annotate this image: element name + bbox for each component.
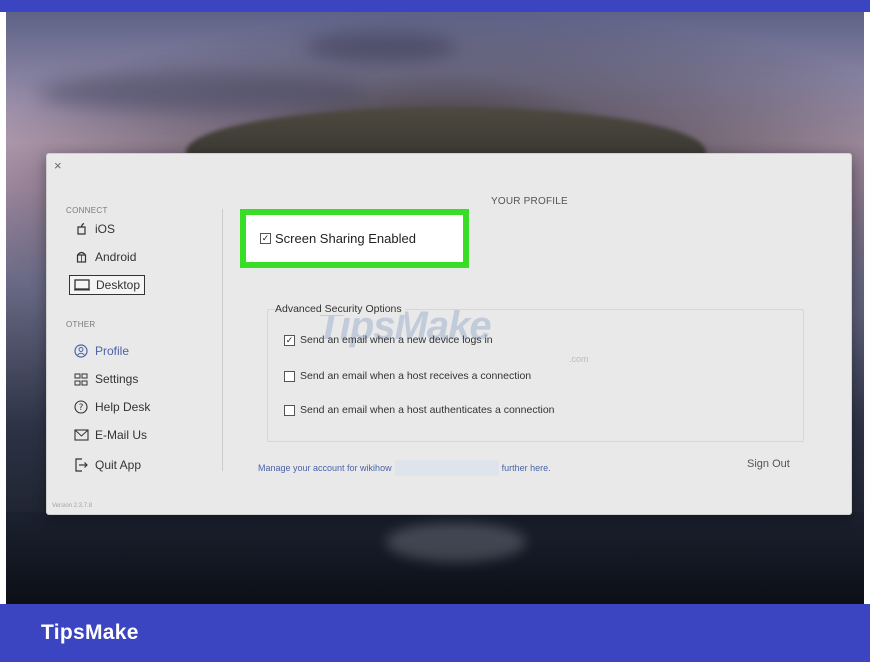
page-title: YOUR PROFILE — [491, 196, 568, 207]
option-new-device-login[interactable]: ✓ Send an email when a new device logs i… — [284, 334, 493, 346]
sidebar-divider — [222, 209, 223, 471]
advanced-security-group: Advanced Security Options ✓ Send an emai… — [267, 303, 804, 442]
sidebar-item-help-desk[interactable]: ? Help Desk — [69, 397, 154, 417]
screen-sharing-label: Screen Sharing Enabled — [275, 231, 416, 246]
sidebar-item-label: Help Desk — [95, 400, 151, 414]
sidebar-item-desktop[interactable]: Desktop — [69, 275, 146, 295]
manage-link-suffix: further here. — [501, 463, 551, 473]
sidebar-item-label: iOS — [95, 222, 116, 236]
apple-icon — [73, 222, 89, 236]
wallpaper-cloud — [306, 32, 456, 62]
sign-out-button[interactable]: Sign Out — [747, 458, 790, 470]
option-host-receives-connection[interactable]: Send an email when a host receives a con… — [284, 370, 531, 382]
help-icon: ? — [73, 400, 89, 414]
redacted-account-name — [394, 460, 499, 476]
wallpaper-rock — [386, 522, 526, 562]
desktop-icon — [74, 279, 90, 291]
sidebar-item-ios[interactable]: iOS — [69, 219, 119, 239]
connect-section-label: CONNECT — [66, 206, 108, 215]
email-icon — [73, 429, 89, 441]
sidebar-item-settings[interactable]: Settings — [69, 369, 142, 389]
checkbox-checked-icon[interactable]: ✓ — [284, 334, 295, 346]
option-host-authenticates-connection[interactable]: Send an email when a host authenticates … — [284, 404, 555, 416]
wallpaper-cloud — [36, 72, 366, 112]
version-label: Version 2.3.7.8 — [52, 503, 93, 509]
sidebar-item-android[interactable]: Android — [69, 247, 140, 267]
screen-sharing-highlight: ✓ Screen Sharing Enabled — [240, 209, 469, 268]
checkbox-unchecked-icon[interactable] — [284, 370, 295, 382]
sidebar-item-label: Android — [95, 250, 137, 264]
advanced-security-title: Advanced Security Options — [275, 303, 405, 315]
sidebar-item-label: Quit App — [95, 458, 142, 472]
quit-icon — [73, 458, 89, 472]
profile-icon — [73, 344, 89, 358]
option-label: Send an email when a host authenticates … — [300, 404, 555, 416]
android-icon — [73, 250, 89, 264]
manage-link-prefix: Manage your account for wikihow — [258, 463, 392, 473]
profile-dialog: × CONNECT iOS Android Desktop OTHER Prof… — [46, 153, 852, 515]
top-brand-strip — [0, 0, 870, 12]
other-section-label: OTHER — [66, 320, 96, 329]
sidebar-item-label: E-Mail Us — [95, 428, 148, 442]
option-label: Send an email when a new device logs in — [300, 334, 493, 346]
sidebar-item-quit-app[interactable]: Quit App — [69, 455, 145, 475]
screen-sharing-checkbox[interactable]: ✓ Screen Sharing Enabled — [260, 231, 416, 246]
sidebar-item-profile[interactable]: Profile — [69, 341, 133, 361]
brand-banner: TipsMake — [0, 604, 870, 662]
manage-account-link[interactable]: Manage your account for wikihow further … — [258, 460, 551, 476]
checkbox-unchecked-icon[interactable] — [284, 404, 295, 416]
settings-icon — [73, 373, 89, 386]
sidebar-item-label: Profile — [95, 344, 130, 358]
sidebar-item-email-us[interactable]: E-Mail Us — [69, 425, 151, 445]
svg-text:?: ? — [79, 403, 84, 413]
sidebar-item-label: Desktop — [96, 278, 141, 292]
brand-logo: TipsMake — [41, 621, 139, 644]
checkbox-checked-icon[interactable]: ✓ — [260, 233, 271, 244]
sidebar: CONNECT iOS Android Desktop OTHER Profil — [47, 154, 223, 514]
option-label: Send an email when a host receives a con… — [300, 370, 532, 382]
sidebar-item-label: Settings — [95, 372, 139, 386]
